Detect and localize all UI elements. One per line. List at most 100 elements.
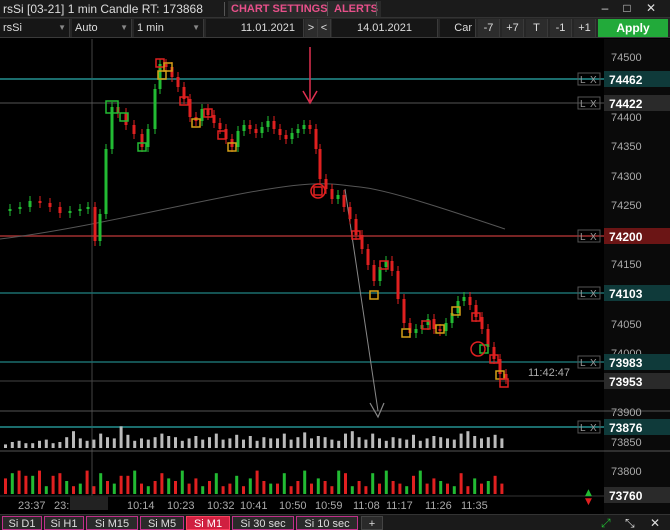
delta-bar	[228, 483, 232, 494]
delta-bar	[466, 486, 470, 494]
tab-si-m1[interactable]: Si M1	[186, 516, 230, 530]
plus1-button[interactable]: +1	[574, 19, 596, 37]
volume-bar	[337, 440, 341, 448]
level-price-label: 73760	[609, 489, 643, 503]
delta-bar	[85, 470, 89, 494]
chart-settings-button[interactable]: CHART SETTINGS	[228, 1, 331, 17]
volume-bar	[303, 432, 307, 448]
delta-bar	[276, 483, 279, 494]
candle-body	[426, 319, 430, 325]
candle-body	[480, 317, 484, 329]
candle-body	[296, 129, 300, 133]
candle-body	[58, 207, 62, 213]
toolbar: rsSi ▼ Auto ▼ 1 min ▼ 11.01.2021 > < 14.01.…	[0, 18, 670, 38]
current-time-label: 11:42:47	[528, 367, 570, 379]
tab-si-10-sec[interactable]: Si 10 sec	[296, 516, 358, 530]
delta-bar	[51, 475, 55, 494]
level-L-marker[interactable]: L	[580, 232, 586, 243]
volume-bar	[269, 438, 273, 448]
volume-bar	[160, 433, 164, 448]
minimize-icon[interactable]: –	[598, 1, 612, 15]
level-X-marker[interactable]: X	[590, 232, 597, 243]
t-button[interactable]: T	[526, 19, 548, 37]
volume-bar	[262, 437, 266, 448]
volume-bar	[391, 437, 395, 448]
candle-body	[432, 319, 436, 329]
minus7-button[interactable]: -7	[478, 19, 500, 37]
candle-body	[266, 121, 270, 127]
level-L-marker[interactable]: L	[580, 358, 586, 369]
time-tick-label: 11:35	[461, 500, 488, 512]
level-L-marker[interactable]: L	[580, 289, 586, 300]
delta-bar	[405, 486, 409, 494]
timeframe-select[interactable]: 1 min ▼	[134, 19, 204, 37]
candle-body	[414, 329, 418, 333]
level-L-marker[interactable]: L	[580, 423, 586, 434]
level-X-marker[interactable]: X	[590, 75, 597, 86]
price-tick-label: 73900	[611, 407, 642, 419]
level-X-marker[interactable]: X	[590, 358, 597, 369]
level-X-marker[interactable]: X	[590, 99, 597, 110]
scale-select[interactable]: Auto ▼	[72, 19, 132, 37]
level-L-marker[interactable]: L	[580, 75, 586, 86]
candle-body	[290, 133, 294, 139]
time-tick-label: 11:17	[386, 500, 413, 512]
level-X-marker[interactable]: X	[590, 423, 597, 434]
chevron-down-icon: ▼	[58, 23, 66, 32]
tab-si-h1[interactable]: Si H1	[44, 516, 84, 530]
volume-bar	[242, 439, 245, 448]
date-to-input[interactable]: 14.01.2021	[332, 19, 438, 37]
close-icon[interactable]: ✕	[644, 1, 658, 15]
candle-body	[93, 207, 97, 241]
plus7-button[interactable]: +7	[502, 19, 524, 37]
expand-icon[interactable]: ⤢	[601, 516, 611, 530]
delta-bar	[160, 473, 164, 494]
apply-button[interactable]: Apply	[598, 19, 668, 37]
delta-bar	[432, 478, 436, 494]
delta-bar	[384, 470, 388, 494]
volume-bar	[99, 433, 103, 448]
delta-bar	[221, 486, 225, 494]
delta-bar	[65, 481, 69, 494]
symbol-select[interactable]: rsSi ▼	[0, 19, 70, 37]
tab-si-d1[interactable]: Si D1	[2, 516, 42, 530]
candle-body	[86, 207, 90, 209]
candle-body	[396, 271, 400, 299]
delta-bar	[106, 481, 109, 494]
separator	[327, 2, 328, 16]
candle-body	[462, 297, 466, 301]
add-tab-button[interactable]: +	[361, 516, 383, 530]
alerts-button[interactable]: ALERTS	[331, 1, 381, 17]
volume-bar	[44, 439, 48, 448]
candle-body	[164, 64, 168, 67]
level-X-marker[interactable]: X	[590, 289, 597, 300]
volume-bar	[371, 433, 375, 448]
close-icon[interactable]: ✕	[650, 516, 660, 530]
date-from-input[interactable]: 11.01.2021	[206, 19, 304, 37]
shrink-icon[interactable]: ⤡	[625, 516, 635, 530]
level-price-label: 73876	[609, 421, 643, 435]
level-price-label: 74462	[609, 73, 643, 87]
volume-bar	[384, 440, 388, 448]
minus1-button[interactable]: -1	[550, 19, 572, 37]
calendar-button[interactable]: Car	[440, 19, 476, 37]
price-chart[interactable]: 7450074450744007435074300742507415074050…	[0, 39, 670, 514]
volume-bar	[459, 433, 463, 448]
candle-body	[324, 179, 328, 189]
tab-si-30-sec[interactable]: Si 30 sec	[232, 516, 294, 530]
level-price-label: 74103	[609, 287, 643, 301]
nav-back-button[interactable]: <	[318, 19, 331, 37]
separator	[376, 2, 377, 16]
tab-si-m5[interactable]: Si M5	[140, 516, 184, 530]
tab-si-m15[interactable]: Si M15	[86, 516, 138, 530]
volume-bar	[235, 434, 239, 448]
delta-bar	[296, 481, 300, 494]
volume-bar	[72, 431, 75, 448]
down-arrow-icon[interactable]: ▼	[585, 497, 592, 507]
nav-forward-button[interactable]: >	[305, 19, 318, 37]
candle-body	[140, 134, 144, 147]
maximize-icon[interactable]: □	[620, 1, 634, 15]
delta-bar	[391, 481, 395, 494]
candle-body	[212, 115, 216, 123]
level-L-marker[interactable]: L	[580, 99, 586, 110]
